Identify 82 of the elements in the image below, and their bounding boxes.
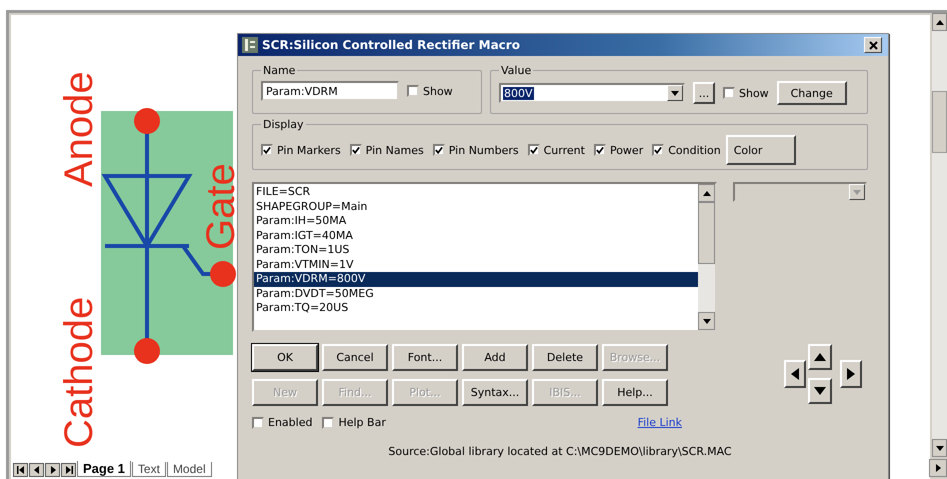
option-checkbox[interactable]: [252, 416, 264, 428]
display-checkbox[interactable]: [432, 144, 445, 156]
down-arrow-icon: [936, 446, 944, 450]
group-label: Value: [500, 64, 532, 77]
checkbox-label: Power: [610, 144, 644, 156]
page-tab[interactable]: Text: [132, 462, 166, 477]
display-checkbox[interactable]: [261, 144, 273, 156]
app-icon: [242, 37, 258, 53]
cathode-label: Cathode: [59, 296, 99, 448]
page-nav-button[interactable]: [45, 463, 60, 477]
dialog-button[interactable]: Font...: [392, 344, 458, 371]
window-title: SCR:Silicon Controlled Rectifier Macro: [262, 38, 521, 52]
checkbox-label: Pin Markers: [277, 144, 341, 156]
up-arrow-icon: [936, 20, 944, 24]
source-path-text: Source:Global library located at C:\MC9DEMO\library\SCR.MAC: [387, 445, 733, 458]
dialog-button[interactable]: Cancel: [322, 344, 388, 371]
checkbox-label: Condition: [668, 144, 721, 156]
dialog-button[interactable]: Help...: [602, 379, 668, 406]
display-checkbox[interactable]: [528, 144, 540, 156]
group-label: Display: [262, 118, 305, 131]
down-arrow-icon: [702, 318, 710, 324]
list-scrollbar[interactable]: [698, 184, 715, 330]
checkbox-label: Show: [739, 86, 769, 100]
page-nav-button[interactable]: [29, 463, 44, 477]
scroll-thumb[interactable]: [698, 202, 715, 264]
checkbox-label: Enabled: [268, 416, 312, 429]
display-checkbox[interactable]: [594, 144, 606, 156]
group-label: Name: [262, 64, 296, 77]
color-button[interactable]: Color: [726, 135, 796, 165]
checkbox-label: Current: [544, 144, 585, 156]
list-item[interactable]: Param:TON=1US: [254, 243, 698, 258]
move-right-button[interactable]: [840, 360, 862, 388]
list-item[interactable]: FILE=SCR: [254, 185, 698, 200]
scroll-thumb[interactable]: [932, 91, 947, 153]
right-arrow-icon: [847, 368, 855, 380]
page-tab[interactable]: Page 1: [77, 461, 131, 477]
close-button[interactable]: [864, 37, 882, 53]
page-nav-button[interactable]: [13, 463, 28, 477]
move-down-button[interactable]: [808, 378, 832, 404]
dialog-button[interactable]: Syntax...: [462, 379, 528, 406]
up-arrow-icon: [814, 353, 826, 361]
checkbox-label: Help Bar: [338, 416, 386, 429]
gate-label: Gate: [201, 163, 241, 250]
page-nav-button[interactable]: [61, 463, 76, 477]
list-item[interactable]: Param:IH=50MA: [254, 214, 698, 228]
list-item[interactable]: Param:VDRM=800V: [254, 272, 698, 286]
checkbox-label: Pin Names: [366, 144, 424, 156]
browse-value-button[interactable]: ...: [693, 82, 715, 104]
vertical-scrollbar[interactable]: [932, 13, 947, 457]
move-left-button[interactable]: [784, 360, 806, 388]
dropdown-arrow-icon: [671, 90, 679, 96]
page-tab[interactable]: Model: [166, 462, 212, 477]
checkbox-label: Show: [423, 84, 453, 98]
display-checkbox[interactable]: [652, 144, 664, 156]
up-arrow-icon: [702, 190, 710, 196]
dialog-button[interactable]: OK: [252, 344, 318, 371]
arrow-icon: [16, 466, 24, 474]
list-item[interactable]: Param:TQ=20US: [254, 301, 698, 316]
dialog-button[interactable]: Delete: [532, 344, 598, 371]
option-checkbox[interactable]: [322, 416, 334, 428]
close-icon: [868, 40, 878, 50]
checkbox-label: Pin Numbers: [448, 144, 519, 156]
right-arrow-icon: [936, 464, 940, 472]
value-combobox[interactable]: 800V: [499, 83, 685, 103]
empty-dropdown[interactable]: [733, 182, 867, 202]
list-item[interactable]: Param:IGT=40MA: [254, 228, 698, 243]
change-button[interactable]: Change: [776, 81, 847, 105]
display-checkbox[interactable]: [350, 144, 362, 156]
list-item[interactable]: Param:DVDT=50MEG: [254, 286, 698, 301]
down-arrow-icon: [814, 387, 826, 395]
list-item[interactable]: Param:VTMIN=1V: [254, 258, 698, 272]
anode-label: Anode: [59, 71, 99, 187]
arrow-icon: [64, 466, 72, 474]
show-checkbox[interactable]: [407, 85, 419, 97]
name-field[interactable]: Param:VDRM: [261, 81, 399, 101]
dialog-button[interactable]: Add: [462, 344, 528, 371]
left-arrow-icon: [791, 368, 799, 380]
list-item[interactable]: SHAPEGROUP=Main: [254, 200, 698, 214]
file-link[interactable]: File Link: [638, 416, 682, 429]
show-checkbox[interactable]: [723, 87, 735, 99]
dropdown-arrow-icon: [853, 190, 861, 194]
move-up-button[interactable]: [808, 344, 832, 370]
